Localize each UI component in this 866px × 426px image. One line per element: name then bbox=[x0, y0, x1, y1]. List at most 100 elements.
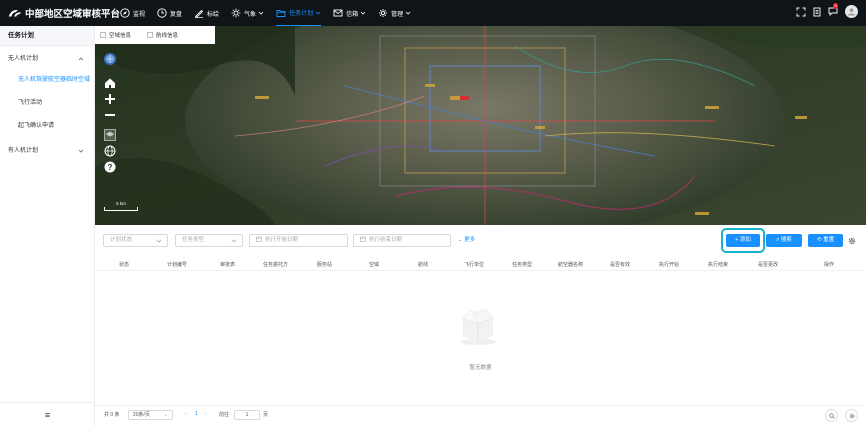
page-size-select[interactable]: 20条/页 ⌄ bbox=[128, 410, 173, 420]
search-toggle-button[interactable] bbox=[825, 409, 838, 422]
add-button[interactable]: + 添加 bbox=[726, 234, 760, 247]
col-changed[interactable]: 是否更改 bbox=[758, 261, 778, 268]
avatar[interactable] bbox=[845, 5, 858, 18]
help-icon: ? bbox=[104, 161, 116, 173]
search-button-label: 搜索 bbox=[780, 237, 792, 243]
map-scale-label: 5 km bbox=[116, 201, 126, 206]
globe-view-button[interactable] bbox=[104, 53, 116, 65]
sidebar-title: 任务计划 bbox=[0, 26, 94, 46]
sidebar-group-uav[interactable]: 无人机计划 bbox=[0, 49, 94, 69]
gear-icon bbox=[379, 9, 388, 17]
task-type-select[interactable]: 任务类型 bbox=[175, 234, 243, 247]
sidebar-item-flight-activity[interactable]: 飞行活动 bbox=[0, 92, 94, 115]
settings-icon[interactable] bbox=[848, 237, 856, 245]
col-client[interactable]: 任务委托方 bbox=[263, 261, 288, 268]
col-plan-number[interactable]: 计划编号 bbox=[167, 261, 187, 268]
next-page-button[interactable]: › bbox=[205, 411, 207, 417]
nav-task-plan[interactable]: 任务计划 bbox=[276, 0, 322, 26]
layer-airspace-checkbox[interactable]: 空域信息 bbox=[100, 31, 131, 39]
nav-manage-label: 管理 bbox=[391, 11, 404, 18]
sidebar: 任务计划 无人机计划 无人机驾驶航空器临时空域 飞行活动 起飞确认申请 有人机计… bbox=[0, 26, 95, 426]
home-button[interactable] bbox=[104, 77, 116, 89]
goto-label: 前往 bbox=[219, 412, 230, 418]
pen-icon bbox=[194, 9, 204, 18]
start-date-picker[interactable]: 执行开始日期 bbox=[249, 234, 348, 247]
message-button[interactable]: 5 bbox=[822, 2, 839, 18]
plan-status-select[interactable]: 计划状态 bbox=[103, 234, 168, 247]
page-size-label: 20条/页 bbox=[133, 412, 150, 418]
nav-plot-label: 标绘 bbox=[207, 11, 220, 18]
nav-task-plan-label: 任务计划 bbox=[289, 11, 314, 17]
satellite-map[interactable]: 空域信息 航线信息 ? 5 km bbox=[95, 26, 866, 225]
col-exec-start[interactable]: 执行开始 bbox=[659, 261, 679, 268]
prev-page-button[interactable]: ‹ bbox=[185, 411, 187, 417]
search-button[interactable]: ⌕ 搜索 bbox=[766, 234, 802, 247]
col-route[interactable]: 航线 bbox=[418, 261, 428, 268]
nav-weather-label: 气象 bbox=[244, 11, 257, 18]
mail-icon bbox=[333, 9, 343, 17]
app-logo[interactable]: 中部地区空域审核平台 bbox=[8, 6, 120, 20]
col-exec-end[interactable]: 执行结束 bbox=[708, 261, 728, 268]
more-filters-label: 更多 bbox=[464, 237, 476, 243]
calendar-icon bbox=[256, 236, 262, 242]
more-filters-link[interactable]: ⌄ 更多 bbox=[458, 234, 475, 247]
map-imagery bbox=[95, 26, 866, 225]
col-task-type[interactable]: 任务类型 bbox=[512, 261, 532, 268]
nav-manage[interactable]: 管理 bbox=[378, 0, 411, 26]
sidebar-group-manned[interactable]: 有人机计划 bbox=[0, 141, 94, 161]
nav-mailbox[interactable]: 信箱 bbox=[333, 0, 366, 26]
sidebar-item-takeoff-confirm[interactable]: 起飞确认申请 bbox=[0, 115, 94, 138]
col-aircraft-name[interactable]: 航空器名称 bbox=[558, 261, 583, 268]
fullscreen-icon[interactable] bbox=[796, 7, 806, 17]
goto-page-input[interactable]: 1 bbox=[234, 410, 260, 420]
reset-button[interactable]: ⟲ 重置 bbox=[808, 234, 843, 247]
empty-state: 暂无数据 bbox=[95, 271, 866, 405]
col-approval-form[interactable]: 审批表 bbox=[220, 261, 235, 268]
chevron-up-icon bbox=[78, 57, 84, 61]
app-title: 中部地区空域审核平台 bbox=[24, 9, 120, 20]
add-button-label: 添加 bbox=[739, 237, 751, 243]
task-type-placeholder: 任务类型 bbox=[182, 237, 205, 243]
chevron-down-icon bbox=[315, 11, 321, 15]
document-icon[interactable] bbox=[812, 7, 822, 17]
sidebar-item-temp-airspace[interactable]: 无人机驾驶航空器临时空域 bbox=[0, 69, 94, 92]
layers-icon bbox=[105, 131, 115, 137]
col-valid[interactable]: 是否有效 bbox=[610, 261, 630, 268]
menu-icon: ≡ bbox=[44, 409, 51, 420]
col-service-station[interactable]: 服务站 bbox=[317, 261, 332, 268]
layer-picker-button[interactable] bbox=[104, 129, 116, 141]
end-date-picker[interactable]: 执行结束日期 bbox=[353, 234, 451, 247]
clock-icon bbox=[157, 8, 167, 18]
filter-bar: 计划状态 任务类型 执行开始日期 执行结束日期 ⌄ 更多 + 添加 ⌕ 搜索 ⟲… bbox=[95, 225, 866, 257]
start-date-placeholder: 执行开始日期 bbox=[265, 237, 299, 243]
col-flight-unit[interactable]: 飞行单位 bbox=[464, 261, 484, 268]
col-actions[interactable]: 操作 bbox=[824, 261, 834, 268]
reset-button-label: 重置 bbox=[823, 237, 835, 243]
nav-plot[interactable]: 标绘 bbox=[194, 0, 219, 26]
col-airspace[interactable]: 空域 bbox=[369, 261, 379, 268]
nav-monitor-label: 监视 bbox=[133, 11, 146, 18]
current-page[interactable]: 1 bbox=[195, 411, 198, 417]
help-button[interactable]: ? bbox=[104, 161, 116, 173]
globe-icon bbox=[105, 54, 115, 64]
globe-icon bbox=[104, 145, 116, 157]
nav-replay[interactable]: 复盘 bbox=[157, 0, 182, 26]
plus-icon bbox=[105, 94, 115, 104]
svg-text:?: ? bbox=[108, 163, 113, 172]
home-icon bbox=[105, 78, 115, 88]
calendar-icon bbox=[360, 236, 366, 242]
collapse-sidebar-button[interactable]: ≡ bbox=[0, 402, 95, 426]
zoom-in-button[interactable] bbox=[104, 93, 116, 105]
nav-monitor[interactable]: 监视 bbox=[120, 0, 145, 26]
column-settings-button[interactable] bbox=[845, 409, 858, 422]
projection-button[interactable] bbox=[104, 145, 116, 157]
col-status[interactable]: 状态 bbox=[119, 261, 129, 268]
map-scale: 5 km bbox=[104, 201, 138, 211]
sidebar-group-manned-label: 有人机计划 bbox=[8, 148, 39, 154]
layer-route-label: 航线信息 bbox=[156, 33, 179, 39]
plan-status-placeholder: 计划状态 bbox=[110, 237, 133, 243]
main-nav: 监视 复盘 标绘 气象 任务计划 信箱 管理 bbox=[120, 0, 423, 26]
zoom-out-button[interactable] bbox=[104, 109, 116, 121]
nav-weather[interactable]: 气象 bbox=[231, 0, 264, 26]
layer-route-checkbox[interactable]: 航线信息 bbox=[147, 31, 178, 39]
